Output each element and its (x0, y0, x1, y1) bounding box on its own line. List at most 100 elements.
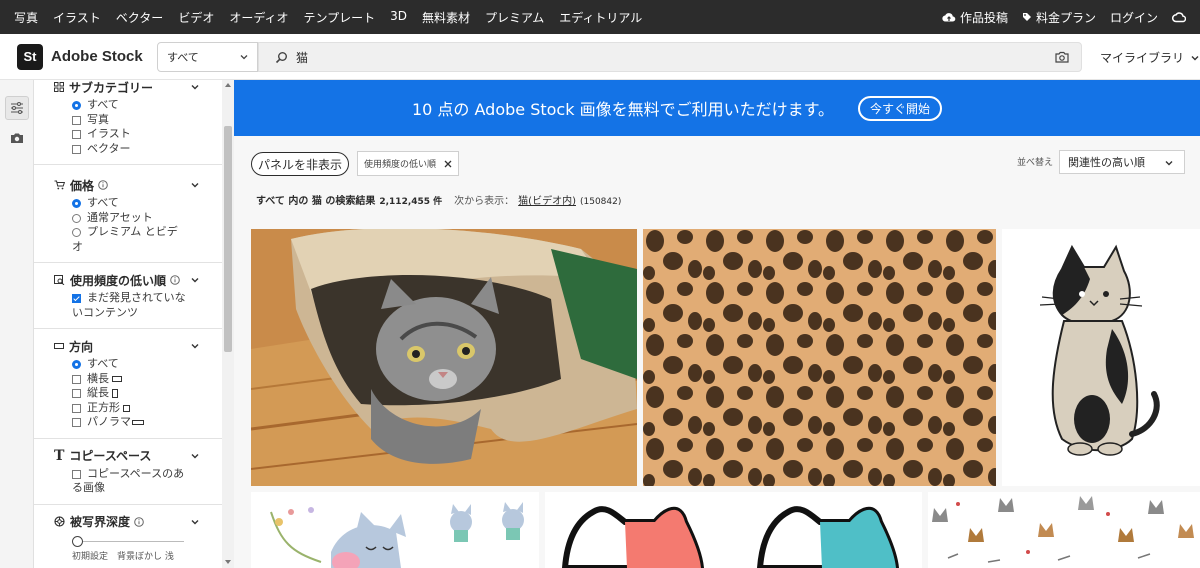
filters-toggle[interactable] (5, 96, 29, 120)
promo-cta-button[interactable]: 今すぐ開始 (857, 95, 942, 121)
filter-price-header[interactable]: 価格 (34, 174, 222, 196)
orientation-landscape[interactable]: 横長 (34, 372, 222, 387)
filter-subcategory-header[interactable]: サブカテゴリー (34, 80, 222, 98)
result-image-cat-faces[interactable] (545, 492, 922, 568)
my-library-menu[interactable]: マイライブラリ (1100, 49, 1200, 66)
search-input[interactable]: 猫 (258, 42, 1082, 72)
grid-icon (54, 82, 64, 92)
cartoon-cat-illustration (1039, 244, 1160, 456)
discover-icon (54, 275, 65, 285)
pricing-link[interactable]: 料金プラン (1022, 9, 1096, 26)
filter-orientation: 方向 すべて 横長 縦長 正方形 パノラマ (34, 329, 222, 439)
filter-depth-header[interactable]: 被写界深度 (34, 511, 222, 533)
results-summary: すべて 内の 猫 の検索結果 2,112,455 件 次から表示： 猫(ビデオ内… (256, 192, 621, 207)
scroll-down-icon[interactable] (225, 560, 231, 565)
hide-panel-button[interactable]: パネルを非表示 (251, 152, 349, 176)
checkbox (72, 130, 81, 139)
landscape-icon (112, 375, 122, 382)
results-also-label: 次から表示： (454, 196, 515, 207)
info-icon[interactable] (170, 275, 180, 285)
result-image-cute-cats-illustration[interactable] (251, 492, 539, 568)
category-value: すべて (167, 51, 199, 64)
pricing-label: 料金プラン (1035, 10, 1096, 25)
login-link[interactable]: ログイン (1110, 9, 1158, 26)
checkbox (72, 389, 81, 398)
portrait-icon (112, 389, 118, 398)
info-icon[interactable] (98, 180, 108, 190)
checkbox (72, 469, 81, 479)
chevron-down-icon (191, 85, 199, 90)
nav-free[interactable]: 無料素材 (422, 9, 470, 26)
undiscovered-checkbox[interactable]: まだ発見されていな (34, 291, 222, 306)
price-standard[interactable]: 通常アセット (34, 211, 222, 226)
checkbox (72, 144, 81, 154)
sort-select[interactable]: 関連性の高い順 (1059, 150, 1185, 174)
subcategory-vector[interactable]: ベクター (34, 142, 222, 157)
header: St Adobe Stock すべて 猫 マイライブラリ (0, 34, 1200, 80)
depth-slider[interactable] (72, 535, 184, 549)
subcategory-photo[interactable]: 写真 (34, 113, 222, 128)
search-icon (275, 51, 287, 63)
orientation-portrait[interactable]: 縦長 (34, 386, 222, 401)
filter-copyspace-header[interactable]: T コピースペース (34, 445, 222, 467)
filter-orientation-header[interactable]: 方向 (34, 335, 222, 357)
nav-vector[interactable]: ベクター (116, 9, 164, 26)
result-image-cat-pattern[interactable] (928, 492, 1200, 568)
copyspace-checkbox[interactable]: コピースペースのあ (34, 467, 222, 482)
nav-editorial[interactable]: エディトリアル (559, 9, 642, 26)
filter-depth-title: 被写界深度 (70, 515, 131, 529)
info-icon[interactable] (134, 516, 144, 527)
slider-handle[interactable] (72, 535, 83, 547)
active-filter-tag[interactable]: 使用頻度の低い順 (357, 151, 460, 176)
orientation-all[interactable]: すべて (34, 357, 222, 372)
close-icon[interactable] (444, 160, 452, 168)
subcategory-illustration[interactable]: イラスト (34, 127, 222, 142)
cat-pattern-illustration (932, 496, 1194, 563)
nav-3d[interactable]: 3D (390, 9, 407, 26)
option-label: パノラマ (87, 415, 131, 428)
chevron-down-icon (240, 55, 248, 60)
nav-video[interactable]: ビデオ (178, 9, 214, 26)
nav-premium[interactable]: プレミアム (485, 9, 544, 26)
nav-audio[interactable]: オーディオ (229, 9, 288, 26)
orientation-square[interactable]: 正方形 (34, 401, 222, 416)
radio-selected (72, 199, 81, 208)
option-label: コピースペースのあ (87, 466, 185, 480)
promo-banner: 10 点の Adobe Stock 画像を無料でご利用いただけます。 今すぐ開始 (234, 80, 1200, 136)
nav-template[interactable]: テンプレート (304, 9, 376, 26)
radio (72, 213, 81, 223)
filter-copyspace-title: コピースペース (69, 449, 152, 463)
visual-search-button[interactable] (5, 126, 29, 150)
login-label: ログイン (1109, 10, 1158, 25)
creative-cloud-icon[interactable] (1172, 11, 1186, 23)
cart-icon (54, 180, 65, 190)
promo-text: 10 点の Adobe Stock 画像を無料でご利用いただけます。 (411, 100, 834, 119)
orientation-panorama[interactable]: パノラマ (34, 415, 222, 430)
left-rail (0, 80, 34, 568)
price-all[interactable]: すべて (34, 196, 222, 211)
option-label: 写真 (87, 112, 109, 126)
subcategory-all[interactable]: すべて (34, 98, 222, 113)
result-image-cat-paper-bag[interactable] (251, 229, 637, 486)
cloud-upload-icon (942, 13, 956, 22)
active-filter-label: 使用頻度の低い順 (364, 160, 437, 170)
result-image-cheetah-fur[interactable] (643, 229, 996, 486)
camera-icon[interactable] (1055, 51, 1069, 63)
result-image-cartoon-cat[interactable] (1002, 229, 1200, 486)
upload-link[interactable]: 作品投稿 (942, 9, 1008, 26)
scrollbar-thumb[interactable] (224, 126, 232, 352)
video-results-link[interactable]: 猫(ビデオ内) (518, 192, 576, 207)
filter-panel: サブカテゴリー すべて 写真 イラスト ベクター 価格 すべて 通常アセット プ… (34, 80, 222, 568)
option-label: すべて (87, 196, 119, 209)
filter-scrollbar[interactable] (222, 80, 234, 568)
nav-illustration[interactable]: イラスト (53, 9, 101, 26)
option-label: 正方形 (87, 400, 120, 414)
checkbox (72, 403, 81, 413)
logo[interactable]: St Adobe Stock (17, 43, 157, 70)
filter-undiscovered-header[interactable]: 使用頻度の低い順 (34, 269, 222, 291)
scroll-up-icon[interactable] (225, 82, 231, 87)
price-premium[interactable]: プレミアム とビデ (34, 225, 222, 240)
category-select[interactable]: すべて (157, 42, 258, 72)
nav-photo[interactable]: 写真 (14, 9, 38, 26)
text-t-icon: T (54, 447, 65, 464)
